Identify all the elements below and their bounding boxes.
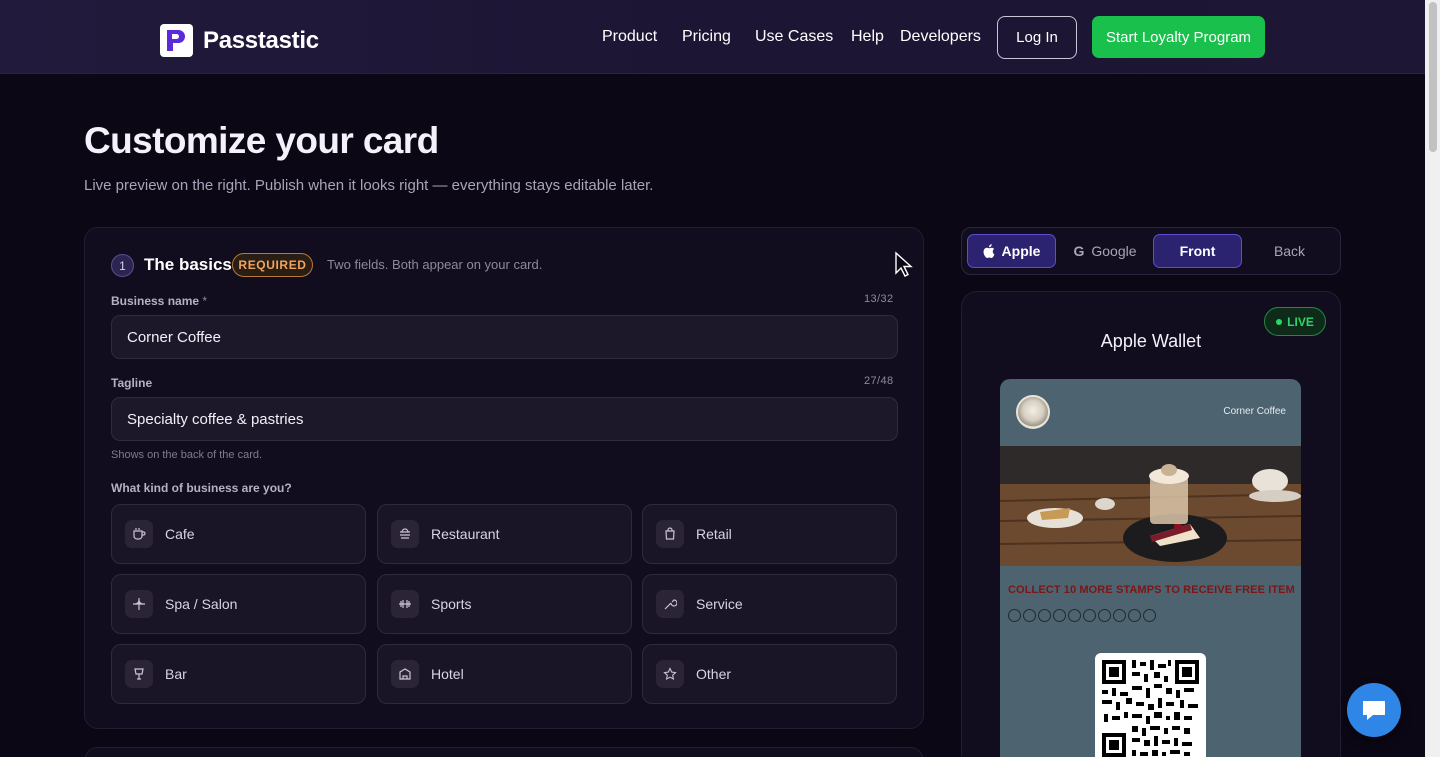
business-name-value: Corner Coffee	[127, 328, 221, 346]
next-section-panel	[84, 747, 924, 757]
live-dot-icon	[1276, 318, 1283, 325]
stamp-slot	[1038, 609, 1051, 622]
cocktail-icon	[125, 660, 153, 688]
shopping-bag-icon	[656, 520, 684, 548]
star-icon	[656, 660, 684, 688]
toggle-google-label: Google	[1091, 243, 1137, 259]
business-type-restaurant[interactable]: Restaurant	[377, 504, 632, 564]
stamp-slot	[1098, 609, 1111, 622]
stamp-slot	[1068, 609, 1081, 622]
tile-label: Bar	[165, 666, 187, 682]
tile-label: Spa / Salon	[165, 596, 238, 612]
stamp-slot	[1143, 609, 1156, 622]
toggle-back[interactable]: Back	[1248, 234, 1331, 268]
business-type-retail[interactable]: Retail	[642, 504, 897, 564]
section-title: The basics	[144, 255, 232, 274]
stamp-slot	[1023, 609, 1036, 622]
tagline-input[interactable]: Specialty coffee & pastries	[111, 397, 898, 441]
tile-label: Sports	[431, 596, 472, 612]
stamp-slot	[1128, 609, 1141, 622]
page-title: Customize your card	[84, 120, 439, 161]
section-hint: Two fields. Both appear on your card.	[327, 257, 543, 272]
brand-name: Passtastic	[203, 26, 319, 54]
page-scrollbar-thumb[interactable]	[1429, 2, 1437, 152]
tile-label: Service	[696, 596, 743, 612]
business-type-sports[interactable]: Sports	[377, 574, 632, 634]
business-name-label: Business name *	[111, 294, 207, 308]
nav-use-cases[interactable]: Use Cases	[755, 28, 833, 46]
apple-icon	[983, 244, 995, 258]
card-hero-image	[1000, 446, 1301, 566]
step-number-badge: 1	[111, 254, 134, 277]
passtastic-logo-icon	[160, 24, 193, 57]
tile-label: Hotel	[431, 666, 464, 682]
toggle-apple[interactable]: Apple	[967, 234, 1056, 268]
start-loyalty-program-button[interactable]: Start Loyalty Program	[1092, 16, 1265, 58]
tile-label: Cafe	[165, 526, 195, 542]
business-type-spa-salon[interactable]: Spa / Salon	[111, 574, 366, 634]
toggle-apple-label: Apple	[1001, 243, 1041, 259]
tile-label: Retail	[696, 526, 732, 542]
stamp-slot	[1053, 609, 1066, 622]
chat-bubble-icon	[1360, 698, 1388, 722]
business-name-input[interactable]: Corner Coffee	[111, 315, 898, 359]
nav-product[interactable]: Product	[602, 28, 657, 46]
business-type-other[interactable]: Other	[642, 644, 897, 704]
business-type-cafe[interactable]: Cafe	[111, 504, 366, 564]
brand-logo[interactable]: Passtastic	[160, 24, 319, 57]
login-button[interactable]: Log In	[997, 16, 1077, 59]
nav-help[interactable]: Help	[851, 28, 884, 46]
page-subtitle: Live preview on the right. Publish when …	[84, 177, 654, 194]
toggle-front[interactable]: Front	[1153, 234, 1242, 268]
business-name-label-text: Business name	[111, 294, 200, 308]
required-asterisk: *	[202, 294, 208, 308]
dish-icon	[391, 520, 419, 548]
card-qr-code	[1095, 653, 1206, 757]
tagline-counter: 27/48	[864, 375, 894, 387]
wrench-icon	[656, 590, 684, 618]
google-icon: G	[1073, 243, 1085, 259]
card-collect-text: COLLECT 10 MORE STAMPS TO RECEIVE FREE I…	[1008, 584, 1295, 596]
business-type-bar[interactable]: Bar	[111, 644, 366, 704]
required-badge: REQUIRED	[232, 253, 313, 277]
card-logo-icon	[1016, 395, 1050, 429]
building-icon	[391, 660, 419, 688]
business-type-service[interactable]: Service	[642, 574, 897, 634]
business-type-label: What kind of business are you?	[111, 481, 292, 495]
tile-label: Other	[696, 666, 732, 682]
tagline-label: Tagline	[111, 376, 153, 390]
live-badge-label: LIVE	[1287, 314, 1314, 329]
chat-launcher-button[interactable]	[1347, 683, 1401, 737]
nav-developers[interactable]: Developers	[900, 28, 981, 46]
wallet-title: Apple Wallet	[1100, 331, 1202, 351]
mouse-cursor-icon	[894, 251, 914, 284]
stamp-row	[1008, 609, 1156, 622]
sparkle-icon	[125, 590, 153, 618]
tagline-value: Specialty coffee & pastries	[127, 410, 304, 428]
tile-label: Restaurant	[431, 526, 500, 542]
stamp-slot	[1083, 609, 1096, 622]
dumbbell-icon	[391, 590, 419, 618]
card-business-name: Corner Coffee	[1223, 406, 1286, 417]
stamp-slot	[1113, 609, 1126, 622]
business-type-hotel[interactable]: Hotel	[377, 644, 632, 704]
business-name-counter: 13/32	[864, 293, 894, 305]
tagline-helper-text: Shows on the back of the card.	[111, 449, 263, 461]
nav-pricing[interactable]: Pricing	[682, 28, 731, 46]
coffee-cup-icon	[125, 520, 153, 548]
top-nav-bar: Passtastic Product Pricing Use Cases Hel…	[0, 0, 1425, 74]
stamp-slot	[1008, 609, 1021, 622]
toggle-google[interactable]: G Google	[1062, 234, 1148, 268]
